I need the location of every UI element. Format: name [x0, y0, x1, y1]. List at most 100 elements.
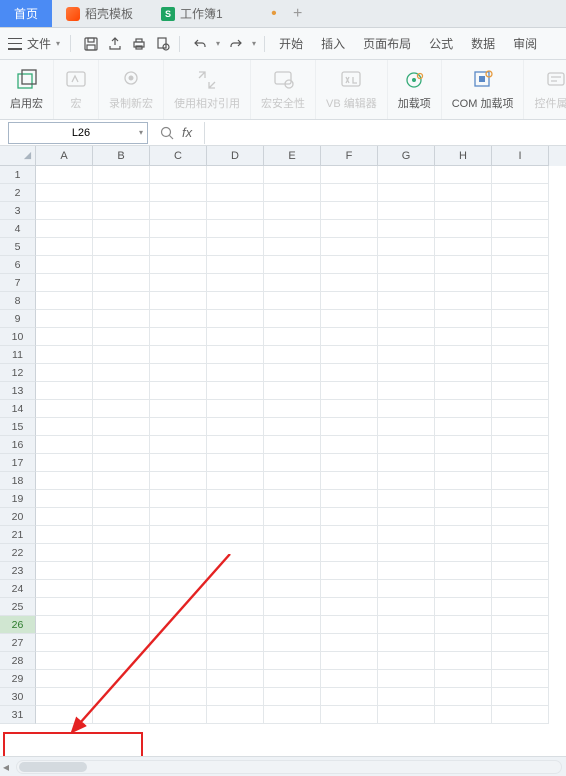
col-header-F[interactable]: F [321, 146, 378, 166]
cell[interactable] [264, 634, 321, 652]
cell[interactable] [492, 436, 549, 454]
row-header-9[interactable]: 9 [0, 310, 36, 328]
cell[interactable] [150, 400, 207, 418]
row-header-24[interactable]: 24 [0, 580, 36, 598]
cell[interactable] [264, 562, 321, 580]
cell[interactable] [93, 490, 150, 508]
cell[interactable] [264, 292, 321, 310]
cell[interactable] [378, 598, 435, 616]
cell[interactable] [321, 436, 378, 454]
file-menu[interactable]: 文件 ▾ [8, 35, 71, 52]
cell[interactable] [150, 616, 207, 634]
cell[interactable] [36, 238, 93, 256]
row-header-21[interactable]: 21 [0, 526, 36, 544]
row-header-19[interactable]: 19 [0, 490, 36, 508]
cell[interactable] [435, 508, 492, 526]
cell[interactable] [378, 364, 435, 382]
row-header-28[interactable]: 28 [0, 652, 36, 670]
cell[interactable] [492, 526, 549, 544]
cell[interactable] [150, 598, 207, 616]
row-header-29[interactable]: 29 [0, 670, 36, 688]
ribbon-enablemacro[interactable]: 启用宏 [0, 60, 54, 119]
cell[interactable] [435, 418, 492, 436]
cell[interactable] [93, 382, 150, 400]
cell[interactable] [321, 472, 378, 490]
cell[interactable] [378, 202, 435, 220]
ribbon-addins[interactable]: 加载项 [388, 60, 442, 119]
cell[interactable] [435, 238, 492, 256]
scrollbar-thumb[interactable] [19, 762, 87, 772]
cell[interactable] [378, 166, 435, 184]
cell[interactable] [492, 184, 549, 202]
cell[interactable] [207, 292, 264, 310]
cell[interactable] [492, 346, 549, 364]
cell[interactable] [435, 166, 492, 184]
cell[interactable] [492, 490, 549, 508]
cell[interactable] [150, 544, 207, 562]
cell[interactable] [150, 454, 207, 472]
row-header-31[interactable]: 31 [0, 706, 36, 724]
cell[interactable] [435, 688, 492, 706]
row-header-13[interactable]: 13 [0, 382, 36, 400]
cell[interactable] [150, 292, 207, 310]
cell[interactable] [435, 184, 492, 202]
cell[interactable] [321, 508, 378, 526]
cell[interactable] [93, 598, 150, 616]
cell[interactable] [150, 364, 207, 382]
cell[interactable] [36, 220, 93, 238]
cell[interactable] [150, 166, 207, 184]
cell[interactable] [492, 310, 549, 328]
cell[interactable] [207, 616, 264, 634]
cell[interactable] [207, 436, 264, 454]
cell[interactable] [435, 580, 492, 598]
cell[interactable] [150, 256, 207, 274]
cell[interactable] [207, 490, 264, 508]
cell[interactable] [321, 364, 378, 382]
cell[interactable] [435, 616, 492, 634]
cell[interactable] [207, 508, 264, 526]
cell[interactable] [321, 688, 378, 706]
print-preview-icon[interactable] [155, 36, 171, 52]
cell[interactable] [150, 238, 207, 256]
cell[interactable] [378, 418, 435, 436]
cell[interactable] [492, 328, 549, 346]
cell[interactable] [93, 508, 150, 526]
cell[interactable] [36, 400, 93, 418]
cell[interactable] [378, 328, 435, 346]
cell[interactable] [264, 670, 321, 688]
row-header-11[interactable]: 11 [0, 346, 36, 364]
col-header-B[interactable]: B [93, 146, 150, 166]
cell[interactable] [378, 652, 435, 670]
cell[interactable] [378, 400, 435, 418]
cell[interactable] [150, 202, 207, 220]
row-header-6[interactable]: 6 [0, 256, 36, 274]
cell[interactable] [378, 220, 435, 238]
cell[interactable] [492, 454, 549, 472]
cell[interactable] [36, 256, 93, 274]
cell[interactable] [93, 220, 150, 238]
cell[interactable] [36, 652, 93, 670]
cell[interactable] [36, 310, 93, 328]
undo-dropdown-icon[interactable]: ▾ [216, 39, 220, 48]
cell[interactable] [36, 472, 93, 490]
cell[interactable] [321, 346, 378, 364]
row-header-16[interactable]: 16 [0, 436, 36, 454]
cell[interactable] [435, 310, 492, 328]
cell[interactable] [264, 220, 321, 238]
cell[interactable] [264, 526, 321, 544]
cell[interactable] [264, 202, 321, 220]
cell[interactable] [378, 238, 435, 256]
cell[interactable] [150, 526, 207, 544]
cell[interactable] [435, 364, 492, 382]
cell[interactable] [264, 436, 321, 454]
cell[interactable] [93, 706, 150, 724]
row-header-5[interactable]: 5 [0, 238, 36, 256]
cell[interactable] [207, 652, 264, 670]
row-header-4[interactable]: 4 [0, 220, 36, 238]
cell[interactable] [93, 436, 150, 454]
cell[interactable] [264, 490, 321, 508]
cell[interactable] [321, 274, 378, 292]
cell[interactable] [207, 166, 264, 184]
cell[interactable] [321, 526, 378, 544]
cell[interactable] [150, 508, 207, 526]
